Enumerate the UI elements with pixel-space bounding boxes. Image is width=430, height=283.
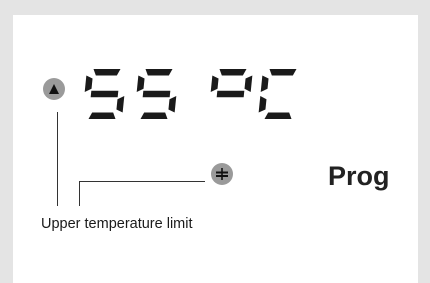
temperature-lcd: 55 [82, 69, 297, 119]
lcd-segment-a [93, 69, 121, 76]
lcd-digit-degree [210, 69, 253, 98]
lcd-digit-C [258, 69, 297, 119]
annotation-caption: Upper temperature limit [41, 216, 193, 232]
lcd-segment-d [264, 112, 292, 119]
lcd-segment-f [84, 75, 93, 92]
lcd-segment-f [136, 75, 145, 92]
lcd-segment-f [210, 75, 219, 92]
lcd-digit-5 [136, 69, 177, 119]
display-panel [13, 15, 418, 283]
min-max-icon [211, 163, 233, 185]
leader-line-horizontal [79, 181, 205, 182]
lcd-digit-5 [84, 69, 125, 119]
lcd-segment-c [116, 96, 125, 113]
lcd-segment-a [269, 69, 297, 76]
leader-line-vertical-lower [79, 181, 80, 206]
lcd-segment-e [258, 96, 267, 113]
temperature-reading: 55 [82, 69, 84, 70]
lcd-segment-d [140, 112, 168, 119]
mode-label: Prog [328, 161, 390, 191]
lcd-segment-f [260, 75, 269, 92]
lcd-segment-g [216, 90, 245, 98]
lcd-segment-d [88, 112, 116, 119]
lcd-segment-b [244, 75, 253, 92]
lcd-segment-c [168, 96, 177, 113]
lcd-segment-a [145, 69, 173, 76]
lcd-segment-a [219, 69, 247, 76]
lcd-segment-g [142, 90, 171, 98]
triangle-up-icon [43, 78, 65, 100]
leader-line-vertical-upper [57, 112, 58, 206]
lcd-segment-g [90, 90, 119, 98]
